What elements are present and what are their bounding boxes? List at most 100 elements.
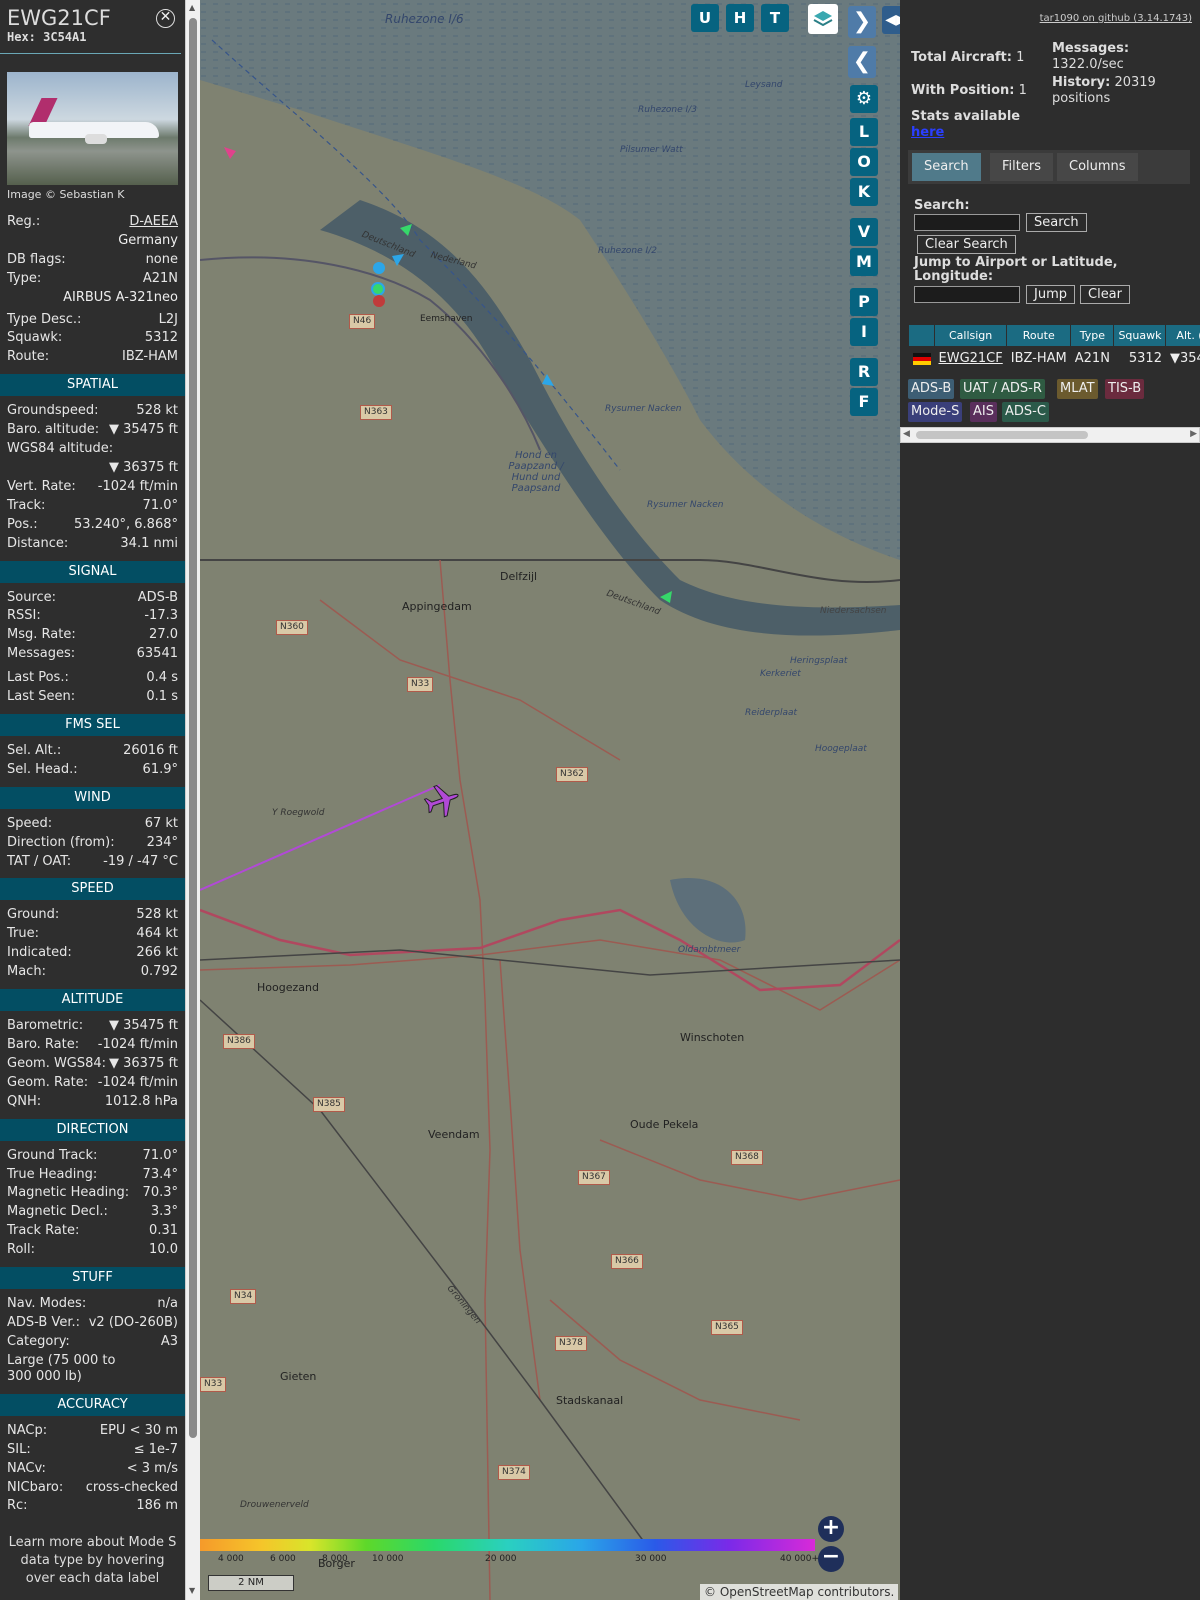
vessel-dot-red[interactable] <box>373 295 385 307</box>
map-button-f[interactable]: F <box>850 388 878 416</box>
search-label: Search: <box>914 198 970 213</box>
col-route[interactable]: Route <box>1006 324 1072 347</box>
col-squawk[interactable]: Squawk <box>1113 324 1167 347</box>
vessel-dot-blue[interactable] <box>373 262 385 274</box>
map-button-l[interactable]: L <box>850 118 878 146</box>
road-n367: N367 <box>578 1170 610 1185</box>
vessel-icon-green-1[interactable] <box>398 222 414 238</box>
info-label: Geom. WGS84: <box>7 1055 107 1071</box>
map-button-o[interactable]: O <box>850 148 878 176</box>
row-squawk: 5312 <box>1113 346 1166 371</box>
badge-mode-s[interactable]: Mode-S <box>908 402 963 422</box>
reg-link[interactable]: D-AEEA <box>129 213 178 232</box>
squawk-value: 5312 <box>144 330 178 346</box>
reg-label: Reg.: <box>7 214 41 229</box>
zoom-out-icon[interactable]: − <box>818 1546 844 1572</box>
vessel-icon-green-2[interactable] <box>658 589 674 605</box>
info-row: Sel. Head.: 61.9° <box>0 761 185 780</box>
badge-uat-ads-r[interactable]: UAT / ADS-R <box>960 379 1045 399</box>
info-label: SIL: <box>7 1441 31 1457</box>
clear-search-button[interactable]: Clear Search <box>917 235 1016 254</box>
scroll-down-icon[interactable]: ▼ <box>189 1586 195 1595</box>
vessel-icon-blue-2[interactable] <box>540 372 556 388</box>
type-desc-label: Type Desc.: <box>7 311 82 327</box>
road-n374: N374 <box>498 1465 530 1480</box>
expand-right-icon[interactable]: ❯ <box>848 6 876 38</box>
scroll-up-icon[interactable]: ▲ <box>189 3 195 12</box>
badge-mlat[interactable]: MLAT <box>1057 379 1098 399</box>
scroll-left-icon[interactable]: ◀ <box>903 429 910 439</box>
map-button-i[interactable]: I <box>850 318 878 346</box>
close-icon[interactable]: ✕ <box>156 9 175 28</box>
water-label-reiderplaat: Reiderplaat <box>745 708 798 718</box>
map-button-h[interactable]: H <box>726 4 754 32</box>
selected-aircraft-icon[interactable] <box>420 780 462 822</box>
info-label: WGS84 altitude: <box>7 441 114 457</box>
aircraft-photo[interactable] <box>7 72 178 185</box>
info-value: 0.1 s <box>146 689 178 705</box>
row-callsign[interactable]: EWG21CF <box>934 346 1007 371</box>
map-button-m[interactable]: M <box>850 248 878 276</box>
vessel-icon-pink[interactable] <box>222 145 238 161</box>
tab-filters[interactable]: Filters <box>990 153 1053 181</box>
map-button-p[interactable]: P <box>850 288 878 316</box>
info-sections: SPATIAL Groundspeed: 528 kt Baro. altitude:… <box>0 374 185 1516</box>
squawk-label: Squawk: <box>7 330 63 346</box>
badge-ads-c[interactable]: ADS-C <box>1002 402 1049 422</box>
badge-tis-b[interactable]: TIS-B <box>1105 379 1145 399</box>
vessel-icon-blue-1[interactable] <box>390 252 406 268</box>
info-row: Large (75 000 to 300 000 lb) <box>0 1352 185 1387</box>
map-button-r[interactable]: R <box>850 358 878 386</box>
map-attribution[interactable]: © OpenStreetMap contributors. <box>700 1584 899 1600</box>
road-n365: N365 <box>711 1320 743 1335</box>
water-label-kerkeriet: Kerkeriet <box>760 669 801 679</box>
info-label: Distance: <box>7 535 69 551</box>
stats-here-link[interactable]: here <box>911 125 944 140</box>
settings-gear-icon[interactable]: ⚙ <box>850 85 878 113</box>
map-button-k[interactable]: K <box>850 178 878 206</box>
collapse-left-icon[interactable]: ❮ <box>848 46 876 78</box>
tab-search[interactable]: Search <box>912 153 981 181</box>
tab-columns[interactable]: Columns <box>1057 153 1138 181</box>
col-type[interactable]: Type <box>1070 324 1115 347</box>
layers-icon[interactable] <box>808 4 838 34</box>
jump-button[interactable]: Jump <box>1026 285 1075 304</box>
search-button[interactable]: Search <box>1026 213 1087 232</box>
panel-scrollbar[interactable]: ▲ ▼ <box>185 0 200 1600</box>
messages-value: 1322.0/sec <box>1052 57 1124 72</box>
horizontal-scroll-thumb[interactable] <box>916 431 1088 439</box>
table-horizontal-scrollbar[interactable]: ◀ ▶ <box>900 427 1200 443</box>
map-view[interactable]: Ruhezone I/6 Ruhezone I/3 Pilsumer Watt … <box>200 0 900 1600</box>
info-value: n/a <box>157 1296 178 1312</box>
info-label: Last Seen: <box>7 689 76 705</box>
map-canvas <box>200 0 900 1600</box>
scroll-right-icon[interactable]: ▶ <box>1190 429 1197 439</box>
info-label: Ground: <box>7 907 60 923</box>
col-callsign[interactable]: Callsign <box>933 324 1008 347</box>
zoom-in-icon[interactable]: + <box>818 1516 844 1542</box>
search-input[interactable] <box>914 214 1020 231</box>
map-button-u[interactable]: U <box>691 4 719 32</box>
toggle-sidebar-icon[interactable]: ◀▶ <box>882 6 900 34</box>
table-row[interactable]: EWG21CF IBZ-HAM A21N 5312 ▼35475 <box>908 346 1200 371</box>
col-flag[interactable] <box>908 324 935 347</box>
scrollbar-thumb[interactable] <box>189 18 197 1438</box>
vessel-dot-green[interactable] <box>371 282 385 296</box>
col-altitude[interactable]: Alt. (ft) <box>1165 324 1200 347</box>
badge-ais[interactable]: AIS <box>970 402 997 422</box>
map-button-v[interactable]: V <box>850 218 878 246</box>
water-label-heringsplaat: Heringsplaat <box>790 656 848 666</box>
road-n33-south: N33 <box>200 1377 227 1392</box>
map-button-t[interactable]: T <box>761 4 789 32</box>
jump-input[interactable] <box>914 286 1020 303</box>
water-label-ruhezone-i3: Ruhezone I/3 <box>638 105 697 115</box>
section-header-fms-sel: FMS SEL <box>0 713 185 736</box>
info-row: Speed: 67 kt <box>0 815 185 834</box>
clear-button[interactable]: Clear <box>1080 285 1130 304</box>
github-link[interactable]: tar1090 on github (3.14.1743) <box>1040 13 1192 24</box>
info-row: Track: 71.0° <box>0 497 185 516</box>
alt-tick-10000: 10 000 <box>372 1554 404 1564</box>
info-label: ADS-B Ver.: <box>7 1314 80 1330</box>
badge-ads-b[interactable]: ADS-B <box>908 379 955 399</box>
info-value: -19 / -47 °C <box>103 853 178 869</box>
